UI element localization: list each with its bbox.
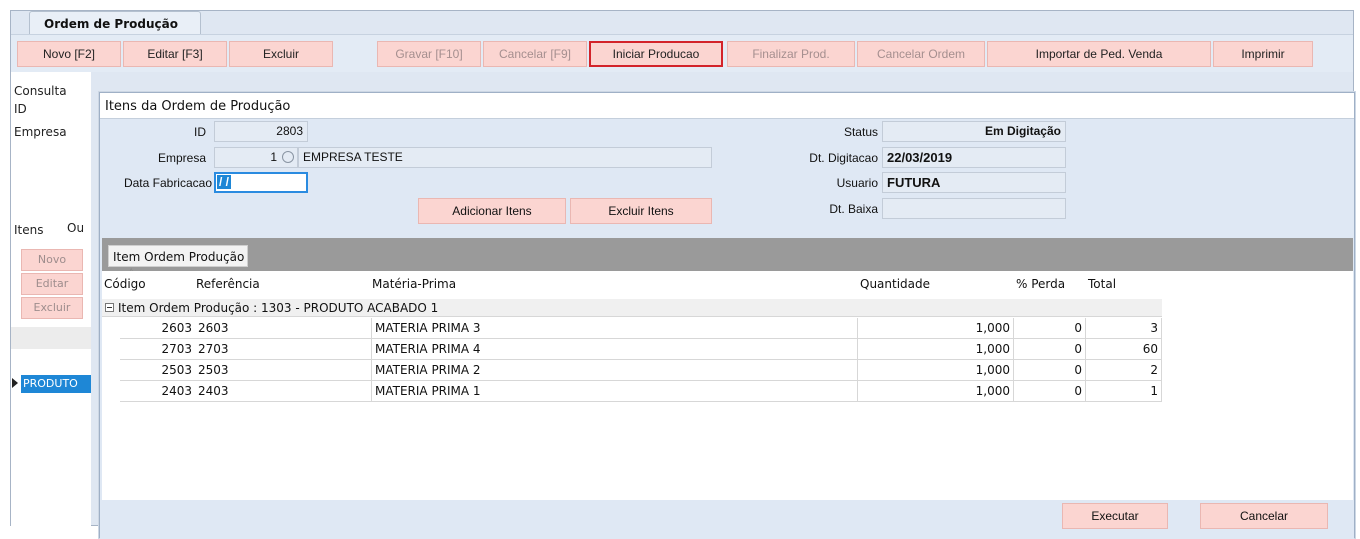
cell-materia: MATERIA PRIMA 1	[372, 381, 858, 402]
dt-digitacao-label: Dt. Digitacao	[809, 151, 878, 165]
cell-total: 1	[1086, 381, 1162, 402]
cell-materia: MATERIA PRIMA 3	[372, 318, 858, 339]
app-window: Ordem de Produção ✕ Novo [F2] Editar [F3…	[10, 10, 1355, 539]
produto-row[interactable]: PRODUTO	[11, 375, 91, 393]
tab-consulta[interactable]: Consulta	[14, 84, 67, 98]
gravar-button[interactable]: Gravar [F10]	[377, 41, 481, 67]
cell-perda: 0	[1014, 381, 1086, 402]
usuario-label: Usuario	[836, 176, 878, 190]
col-header-materia[interactable]: Matéria-Prima	[372, 277, 456, 291]
col-header-total[interactable]: Total	[1088, 277, 1116, 291]
adicionar-itens-button[interactable]: Adicionar Itens	[418, 198, 566, 224]
cell-quantidade: 1,000	[858, 318, 1014, 339]
empresa-label: Empresa	[157, 151, 206, 165]
cell-referencia: 2503	[195, 360, 372, 381]
col-header-perda[interactable]: % Perda	[1016, 277, 1065, 291]
dialog-footer: Executar Cancelar	[100, 500, 1354, 539]
tab-title: Ordem de Produção	[44, 17, 178, 31]
status-field: Em Digitação	[882, 121, 1066, 142]
cell-materia: MATERIA PRIMA 4	[372, 339, 858, 360]
itens-dialog: Itens da Ordem de Produção ID 2803 Empre…	[99, 92, 1355, 539]
table-row[interactable]: 2603 2603 MATERIA PRIMA 3 1,000 0 3	[120, 318, 1162, 339]
data-fabricacao-label: Data Fabricacao	[123, 176, 212, 190]
table-row[interactable]: 2703 2703 MATERIA PRIMA 4 1,000 0 60	[120, 339, 1162, 360]
group-row[interactable]: Item Ordem Produção : 1303 - PRODUTO ACA…	[102, 299, 1162, 317]
group-chip-label: Item Ordem Produção	[113, 250, 245, 264]
status-label: Status	[843, 125, 878, 139]
cell-materia: MATERIA PRIMA 2	[372, 360, 858, 381]
cancelar-ordem-button[interactable]: Cancelar Ordem	[857, 41, 985, 67]
iniciar-producao-button[interactable]: Iniciar Producao	[589, 41, 723, 67]
search-icon[interactable]	[282, 151, 294, 163]
cell-codigo: 2703	[161, 342, 192, 356]
collapse-icon[interactable]	[105, 303, 114, 312]
excluir-itens-button[interactable]: Excluir Itens	[570, 198, 712, 224]
cell-total: 3	[1086, 318, 1162, 339]
imprimir-button[interactable]: Imprimir	[1213, 41, 1313, 67]
data-fabricacao-input[interactable]: / /	[214, 172, 308, 193]
toolbar: Novo [F2] Editar [F3] Excluir Gravar [F1…	[11, 34, 1353, 72]
cell-codigo: 2503	[161, 363, 192, 377]
dt-digitacao-field: 22/03/2019	[882, 147, 1066, 168]
excluir-button[interactable]: Excluir	[229, 41, 333, 67]
group-chip[interactable]: Item Ordem Produção △	[108, 245, 248, 278]
cell-quantidade: 1,000	[858, 381, 1014, 402]
cell-quantidade: 1,000	[858, 339, 1014, 360]
cell-perda: 0	[1014, 339, 1086, 360]
tab-ordem-producao[interactable]: Ordem de Produção ✕	[29, 11, 201, 45]
cell-codigo: 2603	[161, 321, 192, 335]
bg-novo-button[interactable]: Novo	[21, 249, 83, 271]
bg-id-label: ID	[14, 102, 27, 116]
cell-perda: 0	[1014, 318, 1086, 339]
items-grid: Código Referência Matéria-Prima Quantida…	[102, 271, 1353, 500]
dt-baixa-label: Dt. Baixa	[829, 202, 878, 216]
bg-editar-button[interactable]: Editar	[21, 273, 83, 295]
cell-perda: 0	[1014, 360, 1086, 381]
bg-excluir-button[interactable]: Excluir	[21, 297, 83, 319]
importar-ped-venda-button[interactable]: Importar de Ped. Venda	[987, 41, 1211, 67]
col-header-quantidade[interactable]: Quantidade	[860, 277, 930, 291]
dialog-title: Itens da Ordem de Produção	[100, 93, 1354, 119]
tab-outros[interactable]: Ou	[67, 221, 84, 235]
cell-codigo: 2403	[161, 384, 192, 398]
dt-baixa-field	[882, 198, 1066, 219]
bg-empresa-label: Empresa	[14, 125, 67, 139]
id-label: ID	[194, 125, 206, 139]
usuario-field: FUTURA	[882, 172, 1066, 193]
table-row[interactable]: 2503 2503 MATERIA PRIMA 2 1,000 0 2	[120, 360, 1162, 381]
group-row-label: Item Ordem Produção : 1303 - PRODUTO ACA…	[118, 301, 439, 315]
col-header-codigo[interactable]: Código	[104, 277, 146, 291]
tab-itens[interactable]: Itens	[14, 223, 43, 237]
bg-divider	[11, 327, 91, 349]
produto-cell: PRODUTO	[21, 375, 91, 393]
id-field[interactable]: 2803	[214, 121, 308, 142]
cell-referencia: 2603	[195, 318, 372, 339]
table-row[interactable]: 2403 2403 MATERIA PRIMA 1 1,000 0 1	[120, 381, 1162, 402]
cancelar-button[interactable]: Cancelar [F9]	[483, 41, 587, 67]
finalizar-prod-button[interactable]: Finalizar Prod.	[727, 41, 855, 67]
row-pointer-icon	[12, 378, 18, 388]
editar-button[interactable]: Editar [F3]	[123, 41, 227, 67]
cancelar-dialog-button[interactable]: Cancelar	[1200, 503, 1328, 529]
col-header-referencia[interactable]: Referência	[196, 277, 260, 291]
background-panel: Consulta ID Empresa Itens Ou Novo Editar…	[11, 72, 91, 527]
novo-button[interactable]: Novo [F2]	[17, 41, 121, 67]
group-by-panel: Item Ordem Produção △	[102, 238, 1353, 278]
cell-referencia: 2403	[195, 381, 372, 402]
cell-quantidade: 1,000	[858, 360, 1014, 381]
date-selection: / /	[217, 175, 232, 189]
cell-referencia: 2703	[195, 339, 372, 360]
cell-total: 60	[1086, 339, 1162, 360]
cell-total: 2	[1086, 360, 1162, 381]
executar-button[interactable]: Executar	[1062, 503, 1168, 529]
empresa-name-field: EMPRESA TESTE	[298, 147, 712, 168]
